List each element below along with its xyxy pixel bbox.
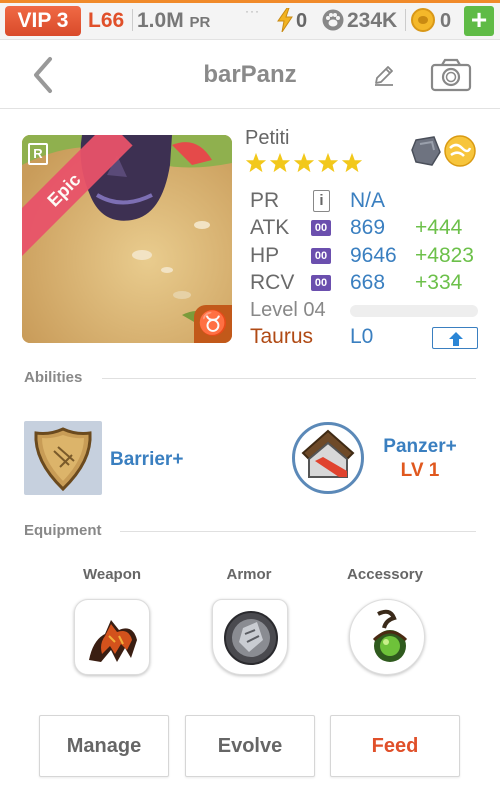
divider (120, 531, 476, 532)
accessory-label: Accessory (347, 566, 423, 583)
accessory-slot[interactable] (349, 599, 425, 675)
zodiac-taurus-icon: ♉ (194, 305, 232, 343)
pencil-icon[interactable] (372, 63, 396, 87)
stat-label: RCV (250, 271, 295, 294)
status-bar: VIP 3 L66 1.0M PR ··· 0 234K 0 + (0, 0, 500, 40)
lightning-icon (277, 8, 293, 32)
divider (102, 378, 476, 379)
gem-accessory-icon (372, 609, 408, 662)
info-icon[interactable]: i (313, 190, 330, 212)
stat-label: PR (250, 189, 280, 212)
wind-element-icon (444, 135, 476, 167)
element-icons (411, 135, 476, 167)
monster-card-art[interactable]: Epic R ♉ (22, 135, 232, 343)
shield-armor-icon (224, 611, 278, 665)
claw-weapon-icon (89, 620, 137, 662)
coin-icon (411, 8, 435, 32)
star-icon (341, 152, 363, 173)
evolve-button[interactable]: Evolve (185, 715, 315, 777)
armor-plate-icon (301, 429, 355, 478)
star-icon (269, 152, 291, 173)
star-icon (245, 152, 267, 173)
zodiac-level: L0 (350, 325, 374, 348)
upgrade-zodiac-button[interactable] (432, 327, 478, 349)
divider (405, 9, 406, 31)
stat-label: ATK (250, 216, 290, 239)
stat-bonus: +4823 (415, 244, 474, 267)
ability-level: LV 1 (400, 460, 440, 481)
star-icon (317, 152, 339, 173)
level-progress-bar (350, 305, 478, 317)
feed-button[interactable]: Feed (330, 715, 460, 777)
panzer-ability-icon[interactable] (292, 422, 364, 494)
stat-bonus: +334 (415, 271, 463, 294)
manage-button[interactable]: Manage (39, 715, 169, 777)
vip-badge[interactable]: VIP 3 (5, 6, 81, 36)
stat-badge: 00 (311, 220, 331, 236)
player-power-rating: 1.0M PR (137, 7, 210, 37)
r-icon: R (28, 143, 48, 165)
stat-badge: 00 (311, 248, 331, 264)
stat-bonus: +444 (415, 216, 463, 239)
add-currency-button[interactable]: + (464, 6, 494, 36)
stat-value: 869 (350, 216, 386, 239)
monster-name: Petiti (245, 127, 290, 149)
armor-slot[interactable] (212, 599, 288, 675)
status-accent-line (0, 0, 500, 3)
header: barPanz (0, 41, 500, 109)
pr-unit: PR (189, 14, 211, 31)
stat-value: N/A (350, 189, 386, 212)
camera-icon[interactable] (430, 58, 472, 92)
coin-count: 0 (440, 10, 452, 32)
player-level: L66 (88, 9, 125, 32)
level-label: Level 04 (250, 299, 326, 321)
page-title: barPanz (203, 61, 297, 88)
zodiac-sign: Taurus (250, 325, 314, 348)
back-arrow-icon[interactable] (28, 55, 60, 95)
pr-value: 1.0M (137, 9, 184, 32)
drag-dots: ··· (245, 4, 260, 18)
barrier-ability-icon[interactable] (24, 421, 102, 495)
metal-element-icon (411, 136, 441, 166)
weapon-label: Weapon (82, 566, 142, 583)
divider (132, 9, 133, 31)
ability-name[interactable]: Panzer+ (378, 436, 462, 458)
stat-label: HP (250, 244, 280, 267)
shield-icon (34, 427, 92, 492)
ability-name[interactable]: Barrier+ (110, 449, 183, 471)
equipment-header: Equipment (24, 522, 102, 539)
abilities-header: Abilities (24, 369, 83, 386)
paw-icon (322, 9, 344, 31)
armor-label: Armor (226, 566, 272, 583)
star-rating (245, 152, 365, 176)
stat-badge: 00 (311, 275, 331, 291)
stat-value: 668 (350, 271, 386, 294)
paw-count: 234K (347, 9, 398, 32)
energy-count: 0 (296, 10, 308, 32)
star-icon (293, 152, 315, 173)
up-arrow-icon (449, 332, 463, 346)
stat-value: 9646 (350, 244, 397, 267)
weapon-slot[interactable] (74, 599, 150, 675)
